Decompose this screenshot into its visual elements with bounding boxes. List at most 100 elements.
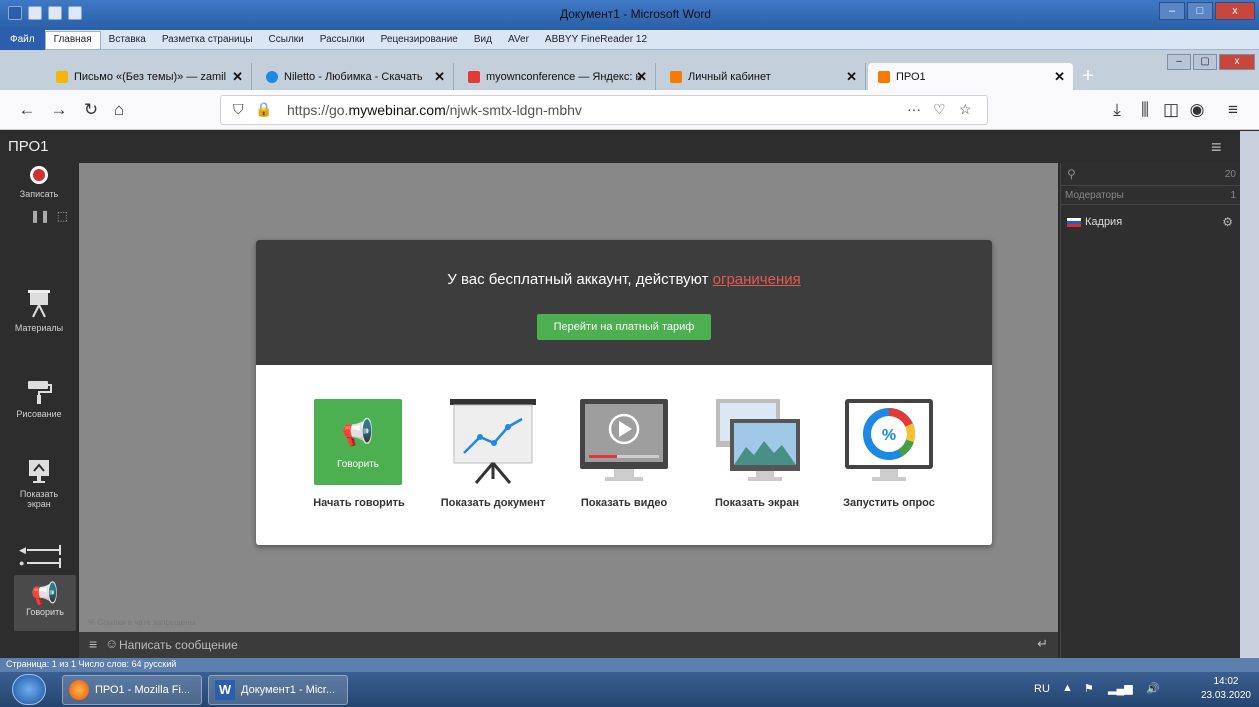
pocket-icon[interactable]: ♡ [933, 101, 946, 118]
search-icon[interactable]: ⚲ [1067, 167, 1076, 181]
option-label: Показать документ [440, 497, 546, 509]
page-actions-icon[interactable]: ··· [907, 101, 921, 117]
new-tab-button[interactable]: + [1075, 65, 1101, 89]
start-speaking-option[interactable]: 📢 Говорить Начать говорить [294, 397, 424, 509]
start-button[interactable] [12, 674, 46, 705]
taskbar-label: ПРО1 - Mozilla Fi... [95, 684, 191, 696]
browser-tab-active[interactable]: ПРО1 ✕ [868, 63, 1073, 90]
clock[interactable]: 14:02 23.03.2020 [1201, 675, 1251, 703]
minimize-button[interactable]: – [1167, 54, 1191, 70]
browser-tab[interactable]: Niletto - Любимка - Скачать ✕ [256, 63, 454, 90]
word-window-controls: – □ x [1159, 2, 1255, 20]
back-icon[interactable]: ← [16, 99, 38, 121]
ribbon-tab-insert[interactable]: Вставка [101, 34, 154, 45]
minimize-button[interactable]: – [1159, 2, 1185, 20]
chat-input[interactable]: Написать сообщение [119, 638, 238, 652]
downloads-icon[interactable]: ⤓ [1106, 99, 1128, 121]
limitations-link[interactable]: ограничения [713, 271, 801, 288]
word-status-text: Страница: 1 из 1 Число слов: 64 русский [6, 659, 177, 669]
send-icon[interactable]: ↵ [1037, 636, 1048, 652]
word-icon: W [215, 680, 235, 700]
account-icon[interactable]: ◉ [1186, 99, 1208, 121]
browser-window-controls: – ▢ x [1167, 54, 1255, 70]
forward-icon[interactable]: → [48, 99, 70, 121]
ribbon-tab-abbyy[interactable]: ABBYY FineReader 12 [537, 34, 655, 45]
lock-icon[interactable]: 🔒 [255, 101, 272, 118]
fullscreen-icon[interactable]: ⬚ [57, 209, 68, 223]
word-icon[interactable] [8, 6, 22, 20]
ribbon-tab-aver[interactable]: AVer [500, 34, 537, 45]
drawing-button[interactable]: Рисование [0, 379, 78, 419]
volume-sliders[interactable]: ◀ ● [0, 543, 78, 571]
speak-button[interactable]: 📢 Говорить [14, 575, 76, 631]
show-document-option[interactable]: Показать документ [428, 397, 558, 509]
dialog-heading: У вас бесплатный аккаунт, действуют огра… [447, 271, 801, 288]
maximize-button[interactable]: □ [1187, 2, 1213, 20]
presentation-chart-icon [450, 399, 536, 484]
megaphone-icon: 📢 [341, 417, 375, 447]
paint-roller-icon [28, 381, 52, 404]
scrollbar[interactable] [1240, 131, 1259, 658]
record-button[interactable]: Записать [0, 165, 78, 199]
start-poll-option[interactable]: % Запустить опрос [824, 397, 954, 509]
show-video-option[interactable]: Показать видео [559, 397, 689, 509]
bookmark-star-icon[interactable]: ☆ [959, 101, 972, 118]
free-account-dialog: У вас бесплатный аккаунт, действуют огра… [256, 240, 992, 545]
close-button[interactable]: x [1219, 54, 1255, 70]
materials-button[interactable]: Материалы [0, 289, 78, 333]
ribbon-tab-file[interactable]: Файл [0, 29, 45, 50]
share-screen-button[interactable]: Показать экран [0, 459, 78, 509]
network-icon[interactable]: ▂▄▆ [1108, 682, 1133, 695]
ribbon-tab-review[interactable]: Рецензирование [373, 34, 466, 45]
share-screen-label: Показать экран [19, 489, 59, 509]
left-toolbar: Записать ❚❚ ⬚ Материалы Рисование Показа… [0, 163, 78, 658]
list-icon[interactable]: ≡ [89, 636, 97, 652]
chat-left-strip [0, 632, 78, 658]
chat-input-bar[interactable]: ≡ ☺ Написать сообщение ↵ [79, 632, 1058, 658]
taskbar-word[interactable]: W Документ1 - Micr... [208, 675, 348, 705]
reload-icon[interactable]: ↻ [80, 99, 102, 121]
flag-icon[interactable]: ⚑ [1084, 682, 1094, 695]
show-screen-option[interactable]: Показать экран [692, 397, 822, 509]
close-icon[interactable]: ✕ [636, 69, 647, 85]
participants-panel: ⚲ 20 Модераторы 1 Кадрия ⚙ [1060, 163, 1241, 658]
undo-icon[interactable] [48, 6, 62, 20]
easel-icon [28, 290, 50, 318]
hamburger-menu-icon[interactable]: ≡ [1211, 137, 1222, 158]
volume-slider-icon[interactable]: ◀● [9, 543, 69, 569]
redo-icon[interactable] [68, 6, 82, 20]
taskbar-firefox[interactable]: ПРО1 - Mozilla Fi... [62, 675, 202, 705]
close-icon[interactable]: ✕ [846, 69, 857, 85]
ribbon-tab-layout[interactable]: Разметка страницы [154, 34, 261, 45]
sidebar-icon[interactable]: ◫ [1160, 99, 1182, 121]
record-controls: ❚❚ ⬚ [0, 209, 78, 223]
browser-tab[interactable]: Личный кабинет ✕ [660, 63, 866, 90]
volume-icon[interactable]: 🔊 [1146, 682, 1160, 695]
home-icon[interactable]: ⌂ [108, 99, 130, 121]
ribbon-tab-view[interactable]: Вид [466, 34, 500, 45]
close-button[interactable]: x [1215, 2, 1255, 20]
ribbon-tab-home[interactable]: Главная [44, 30, 101, 49]
pause-icon[interactable]: ❚❚ [30, 209, 50, 223]
browser-tab[interactable]: Письмо «(Без темы)» — zamil ✕ [46, 63, 252, 90]
restore-button[interactable]: ▢ [1193, 54, 1217, 70]
menu-icon[interactable]: ≡ [1222, 99, 1244, 121]
close-icon[interactable]: ✕ [434, 69, 445, 85]
svg-text:●: ● [19, 558, 24, 568]
ribbon-tab-references[interactable]: Ссылки [261, 34, 312, 45]
save-icon[interactable] [28, 6, 42, 20]
upgrade-button[interactable]: Перейти на платный тариф [537, 314, 711, 340]
gear-icon[interactable]: ⚙ [1222, 215, 1233, 229]
dialog-header: У вас бесплатный аккаунт, действуют огра… [256, 240, 992, 365]
library-icon[interactable]: ⫼ [1134, 99, 1156, 121]
participant-row[interactable]: Кадрия ⚙ [1061, 213, 1241, 233]
tray-arrow-icon[interactable]: ▲ [1062, 682, 1073, 694]
url-bar[interactable]: ⛉ 🔒 https://go.mywebinar.com/njwk-smtx-l… [220, 95, 988, 125]
close-icon[interactable]: ✕ [1054, 69, 1065, 85]
ribbon-tab-mailings[interactable]: Рассылки [312, 34, 373, 45]
browser-tab[interactable]: myownconference — Яндекс: н ✕ [458, 63, 656, 90]
emoji-icon[interactable]: ☺ [105, 636, 118, 651]
close-icon[interactable]: ✕ [232, 69, 243, 85]
language-indicator[interactable]: RU [1034, 683, 1050, 695]
shield-icon[interactable]: ⛉ [233, 101, 244, 118]
